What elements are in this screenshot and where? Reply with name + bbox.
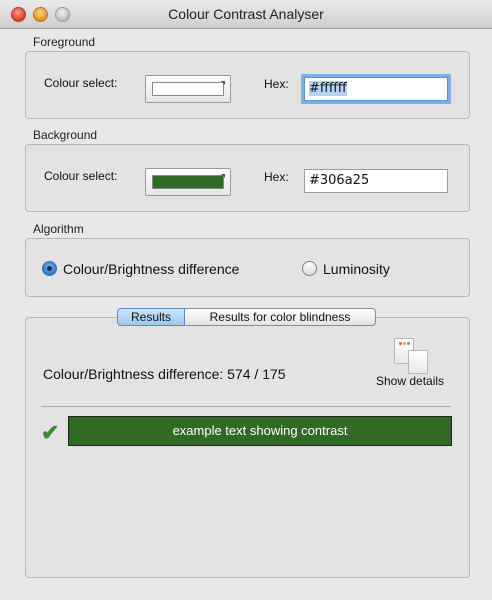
document-front-icon: [408, 350, 428, 374]
foreground-colour-well[interactable]: [145, 75, 231, 103]
colour-well-corner-icon: [221, 174, 225, 178]
title-bar[interactable]: Colour Contrast Analyser: [0, 0, 492, 29]
colour-well-corner-icon: [221, 81, 225, 85]
tab-results[interactable]: Results: [117, 308, 185, 326]
window-title: Colour Contrast Analyser: [168, 6, 324, 22]
background-hex-value: #306a25: [309, 173, 370, 188]
background-colour-well[interactable]: [145, 168, 231, 196]
background-hex-input[interactable]: #306a25: [304, 169, 448, 193]
foreground-colour-swatch: [152, 82, 224, 96]
background-colour-swatch: [152, 175, 224, 189]
example-contrast-preview: example text showing contrast: [68, 416, 452, 446]
tab-results-color-blindness[interactable]: Results for color blindness: [185, 308, 376, 326]
background-group: Colour select: Hex: #306a25: [25, 144, 470, 212]
brightness-difference-label[interactable]: Colour/Brightness difference: [63, 261, 239, 277]
show-details-button[interactable]: Show details: [370, 332, 450, 392]
background-group-label: Background: [33, 128, 98, 142]
red-dot-icon: [399, 342, 402, 345]
foreground-hex-value: #ffffff: [309, 81, 347, 96]
foreground-colour-select-label: Colour select:: [44, 76, 118, 90]
foreground-group: Colour select: Hex: #ffffff: [25, 51, 470, 119]
colour-contrast-window: Colour Contrast Analyser Foreground Colo…: [0, 0, 492, 600]
foreground-group-label: Foreground: [33, 35, 96, 49]
algorithm-group-label: Algorithm: [33, 222, 84, 236]
yellow-dot-icon: [403, 342, 406, 345]
background-hex-label: Hex:: [264, 170, 289, 184]
luminosity-label[interactable]: Luminosity: [323, 261, 390, 277]
brightness-difference-radio[interactable]: [42, 261, 57, 276]
brightness-result-text: Colour/Brightness difference: 574 / 175: [43, 366, 286, 382]
show-details-label: Show details: [376, 374, 445, 388]
algorithm-group: Colour/Brightness difference Luminosity: [25, 238, 470, 297]
luminosity-radio[interactable]: [302, 261, 317, 276]
foreground-hex-label: Hex:: [264, 77, 289, 91]
foreground-hex-input[interactable]: #ffffff: [304, 77, 448, 101]
checkmark-icon: ✔: [41, 420, 60, 445]
background-colour-select-label: Colour select:: [44, 169, 118, 183]
green-dot-icon: [407, 342, 410, 345]
results-divider: [41, 406, 451, 407]
results-panel: Show details Colour/Brightness differenc…: [25, 317, 470, 578]
